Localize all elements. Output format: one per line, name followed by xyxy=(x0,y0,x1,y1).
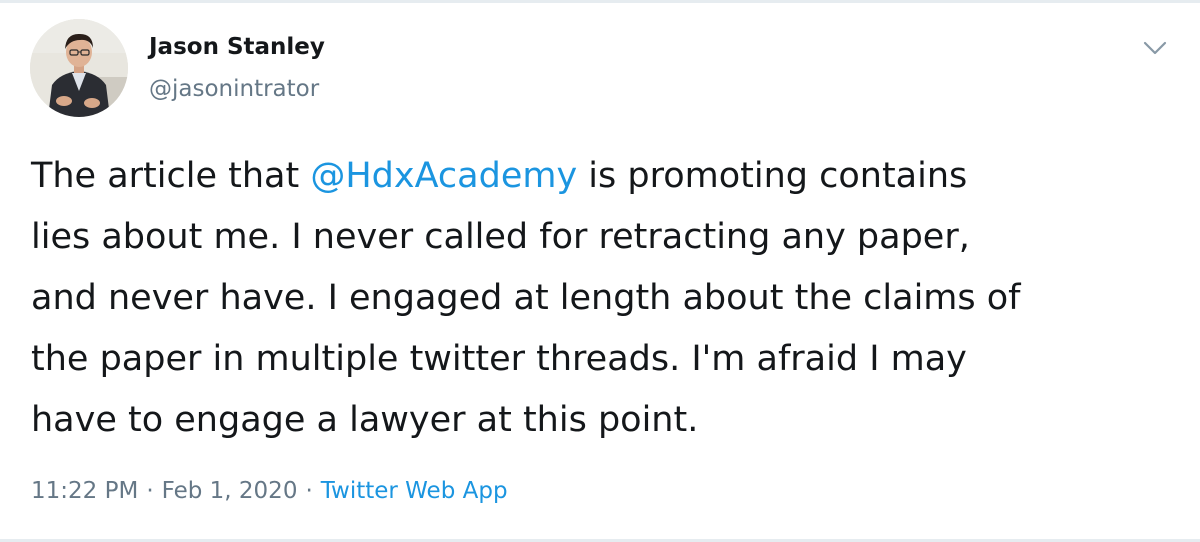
tweet-text-segment: is promoting contains xyxy=(577,156,968,196)
top-divider xyxy=(0,0,1200,3)
meta-separator: · xyxy=(146,478,154,504)
tweet-line: The article that @HdxAcademy is promotin… xyxy=(31,146,1181,207)
tweet-text-segment: The article that xyxy=(31,156,311,196)
author-name[interactable]: Jason Stanley xyxy=(149,34,325,60)
tweet-text: The article that @HdxAcademy is promotin… xyxy=(31,146,1181,451)
meta-separator: · xyxy=(305,478,313,504)
tweet-meta: 11:22 PM · Feb 1, 2020 · Twitter Web App xyxy=(31,478,508,504)
tweet-line: the paper in multiple twitter threads. I… xyxy=(31,339,967,379)
author-handle[interactable]: @jasonintrator xyxy=(149,76,319,102)
tweet-line: and never have. I engaged at length abou… xyxy=(31,278,1021,318)
tweet-date[interactable]: Feb 1, 2020 xyxy=(162,478,298,504)
avatar-photo xyxy=(30,19,128,117)
tweet-time[interactable]: 11:22 PM xyxy=(31,478,138,504)
tweet-card: Jason Stanley @jasonintrator The article… xyxy=(0,0,1200,542)
tweet-line: lies about me. I never called for retrac… xyxy=(31,217,970,257)
tweet-line: have to engage a lawyer at this point. xyxy=(31,400,699,440)
mention-link[interactable]: @HdxAcademy xyxy=(310,156,577,196)
tweet-source-link[interactable]: Twitter Web App xyxy=(321,478,508,504)
avatar[interactable] xyxy=(30,19,128,117)
chevron-down-icon[interactable] xyxy=(1137,30,1173,66)
